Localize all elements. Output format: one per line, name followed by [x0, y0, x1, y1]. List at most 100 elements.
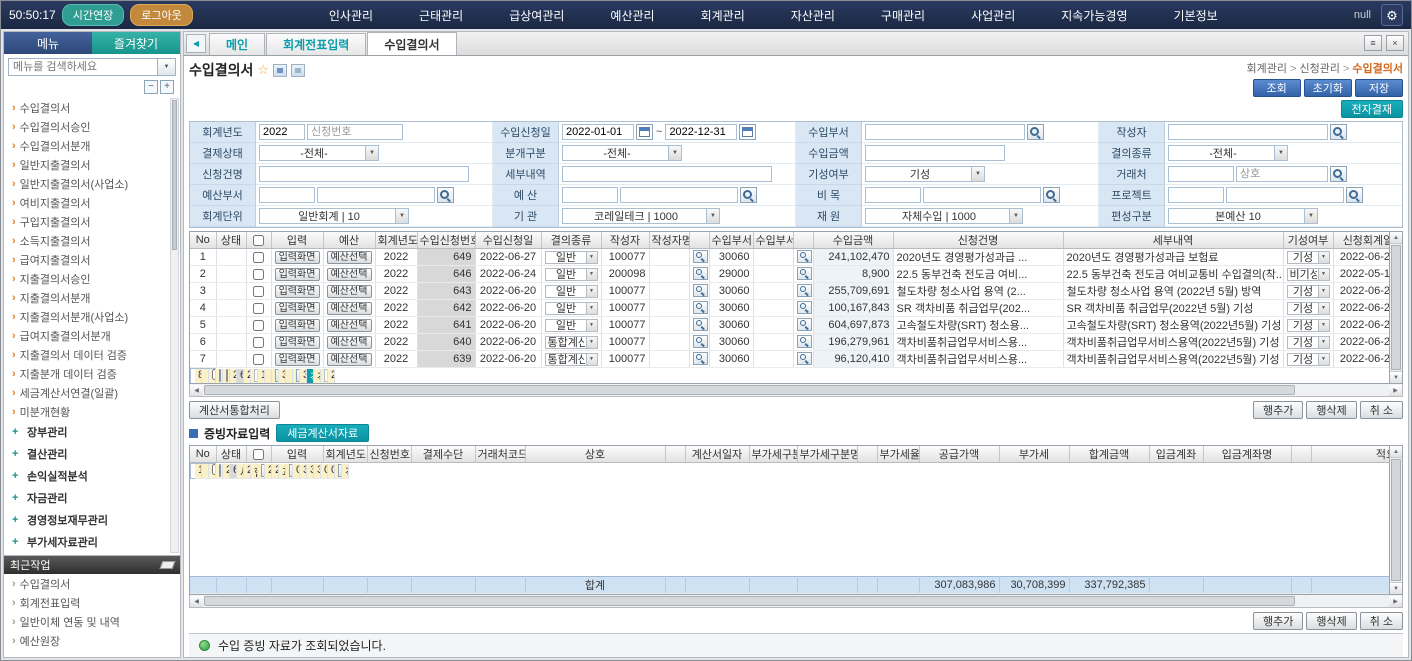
- completion-select[interactable]: 기성▼: [1287, 353, 1330, 366]
- writer-search-button[interactable]: [1330, 124, 1347, 140]
- completion-select[interactable]: 기성▼: [1287, 319, 1330, 332]
- scroll-thumb[interactable]: [1391, 459, 1401, 581]
- global-nav-item[interactable]: 구매관리: [881, 7, 925, 24]
- row-checkbox[interactable]: [253, 269, 264, 280]
- recent-item[interactable]: ›회계전표입력: [4, 593, 180, 612]
- recent-item[interactable]: ›예산원장: [4, 631, 180, 650]
- col-writer[interactable]: 작성자: [601, 232, 649, 249]
- global-nav-item[interactable]: 사업관리: [971, 7, 1015, 24]
- logout-button[interactable]: 로그아웃: [130, 4, 192, 26]
- global-nav-item[interactable]: 인사관리: [329, 7, 373, 24]
- input-screen-button[interactable]: 입력화면: [275, 268, 320, 281]
- cancel-button[interactable]: 취 소: [1360, 401, 1403, 419]
- detail-input[interactable]: [562, 166, 772, 182]
- sidebar-tab-favorites[interactable]: 즐겨찾기: [92, 32, 180, 54]
- col-acct-date[interactable]: 신청회계일: [1333, 232, 1389, 249]
- col-decision-type[interactable]: 결의종류: [541, 232, 601, 249]
- income-grid-vscrollbar[interactable]: ▲ ▼: [1389, 231, 1403, 384]
- col-year[interactable]: 회계년도: [323, 446, 367, 463]
- global-nav-item[interactable]: 기본정보: [1174, 7, 1218, 24]
- completion-select[interactable]: 기성▼: [1287, 285, 1330, 298]
- budget-dept-search-button[interactable]: [437, 187, 454, 203]
- income-row[interactable]: 8 입력화면 예산선택 2022 638 2022-06-20 통합계산서▼: [190, 368, 216, 384]
- menu-search-input[interactable]: [8, 58, 158, 76]
- evidence-grid-hscrollbar[interactable]: ◀ ▶: [189, 595, 1403, 608]
- sidebar-tab-menu[interactable]: 메뉴: [4, 32, 92, 54]
- col-request-no[interactable]: 수입신청번호: [417, 232, 475, 249]
- writer-input[interactable]: [1168, 124, 1328, 140]
- budget-select-button[interactable]: 예산선택: [327, 336, 372, 349]
- menu-group-item[interactable]: +결산관리: [12, 443, 170, 465]
- income-grid-hscrollbar[interactable]: ◀ ▶: [189, 384, 1403, 397]
- col-supply[interactable]: 공급가액: [919, 446, 999, 463]
- scroll-right-icon[interactable]: ▶: [1389, 385, 1402, 396]
- menu-item[interactable]: ›일반지출결의서(사업소): [12, 174, 170, 193]
- input-screen-button[interactable]: 입력화면: [275, 251, 320, 264]
- select-all-checkbox[interactable]: [253, 449, 264, 460]
- input-screen-button[interactable]: 입력화면: [275, 319, 320, 332]
- writer-search-button[interactable]: [693, 352, 708, 365]
- budget-code-input[interactable]: [562, 187, 618, 203]
- scroll-down-icon[interactable]: ▼: [1390, 582, 1402, 594]
- input-screen-button[interactable]: 입력화면: [275, 336, 320, 349]
- vendor-code-input[interactable]: [1168, 166, 1234, 182]
- date-to-input[interactable]: [665, 124, 737, 140]
- col-invoice-date[interactable]: 계산서일자: [685, 446, 749, 463]
- col-budget[interactable]: 예산: [323, 232, 375, 249]
- col-input[interactable]: 입력: [271, 446, 323, 463]
- income-row[interactable]: 1 입력화면 예산선택 2022 649 2022-06-27 일반▼: [190, 249, 1389, 266]
- journal-type-select[interactable]: -전체-▼: [562, 145, 682, 161]
- global-nav-item[interactable]: 지속가능경영: [1061, 7, 1127, 24]
- pay-status-select[interactable]: -전체-▼: [259, 145, 379, 161]
- writer-search-button[interactable]: [693, 267, 708, 280]
- tax-invoice-button[interactable]: 세금계산서자료: [276, 424, 369, 442]
- menu-item[interactable]: ›지출결의서 데이터 검증: [12, 345, 170, 364]
- col-no[interactable]: No: [190, 232, 216, 249]
- menu-item[interactable]: ›구입지출결의서: [12, 212, 170, 231]
- col-vat-name[interactable]: 부가세구분명: [797, 446, 857, 463]
- tab-income-resolution[interactable]: 수입결의서: [367, 32, 456, 55]
- tab-list-button[interactable]: ≡: [1364, 35, 1382, 51]
- global-nav-item[interactable]: 예산관리: [610, 7, 654, 24]
- writer-search-button[interactable]: [693, 284, 708, 297]
- save-button[interactable]: 저장: [1355, 79, 1403, 97]
- budget-name-input[interactable]: [620, 187, 738, 203]
- tab-scroll-left-button[interactable]: ◀: [186, 34, 206, 53]
- col-dept-name[interactable]: 수입부서명: [753, 232, 793, 249]
- fiscal-year-input[interactable]: [259, 124, 305, 140]
- settings-button[interactable]: ⚙: [1381, 4, 1403, 26]
- col-status[interactable]: 상태: [216, 446, 246, 463]
- global-nav-item[interactable]: 자산관리: [791, 7, 835, 24]
- evidence-row[interactable]: 1 입력화면 2022 638 세금계산서/... 23500 한국철도공사: [190, 463, 216, 479]
- favorite-star-icon[interactable]: ☆: [257, 62, 269, 78]
- col-account-name[interactable]: 입금계좌명: [1203, 446, 1291, 463]
- completion-select[interactable]: 기성▼: [1287, 302, 1330, 315]
- global-nav-item[interactable]: 근태관리: [419, 7, 463, 24]
- col-input[interactable]: 입력: [271, 232, 323, 249]
- scroll-right-icon[interactable]: ▶: [1389, 596, 1402, 607]
- sidebar-scrollbar[interactable]: [170, 98, 179, 553]
- project-code-input[interactable]: [1168, 187, 1224, 203]
- delete-row-button[interactable]: 행삭제: [1306, 401, 1356, 419]
- input-screen-button[interactable]: 입력화면: [275, 285, 320, 298]
- budget-select-button[interactable]: 예산선택: [327, 268, 372, 281]
- income-dept-search-button[interactable]: [1027, 124, 1044, 140]
- completion-select[interactable]: 기성▼: [1287, 251, 1330, 264]
- budget-select-button[interactable]: 예산선택: [327, 251, 372, 264]
- request-no-input[interactable]: [307, 124, 403, 140]
- project-search-button[interactable]: [1346, 187, 1363, 203]
- menu-group-item[interactable]: +부가세자료관리: [12, 531, 170, 553]
- input-screen-button[interactable]: 입력화면: [219, 464, 221, 477]
- extend-time-button[interactable]: 시간연장: [62, 4, 124, 26]
- scroll-down-icon[interactable]: ▼: [1390, 371, 1402, 383]
- budget-search-button[interactable]: [740, 187, 757, 203]
- income-row[interactable]: 7 입력화면 예산선택 2022 639 2022-06-20 통합계산서▼: [190, 351, 1389, 368]
- decision-type-select[interactable]: 일반▼: [545, 251, 598, 264]
- row-checkbox[interactable]: [253, 320, 264, 331]
- menu-item[interactable]: ›수입결의서: [12, 98, 170, 117]
- income-row[interactable]: 4 입력화면 예산선택 2022 642 2022-06-20 일반▼: [190, 300, 1389, 317]
- writer-search-button[interactable]: [693, 318, 708, 331]
- col-year[interactable]: 회계년도: [375, 232, 417, 249]
- dept-search-button[interactable]: [797, 284, 812, 297]
- menu-item[interactable]: ›여비지출결의서: [12, 193, 170, 212]
